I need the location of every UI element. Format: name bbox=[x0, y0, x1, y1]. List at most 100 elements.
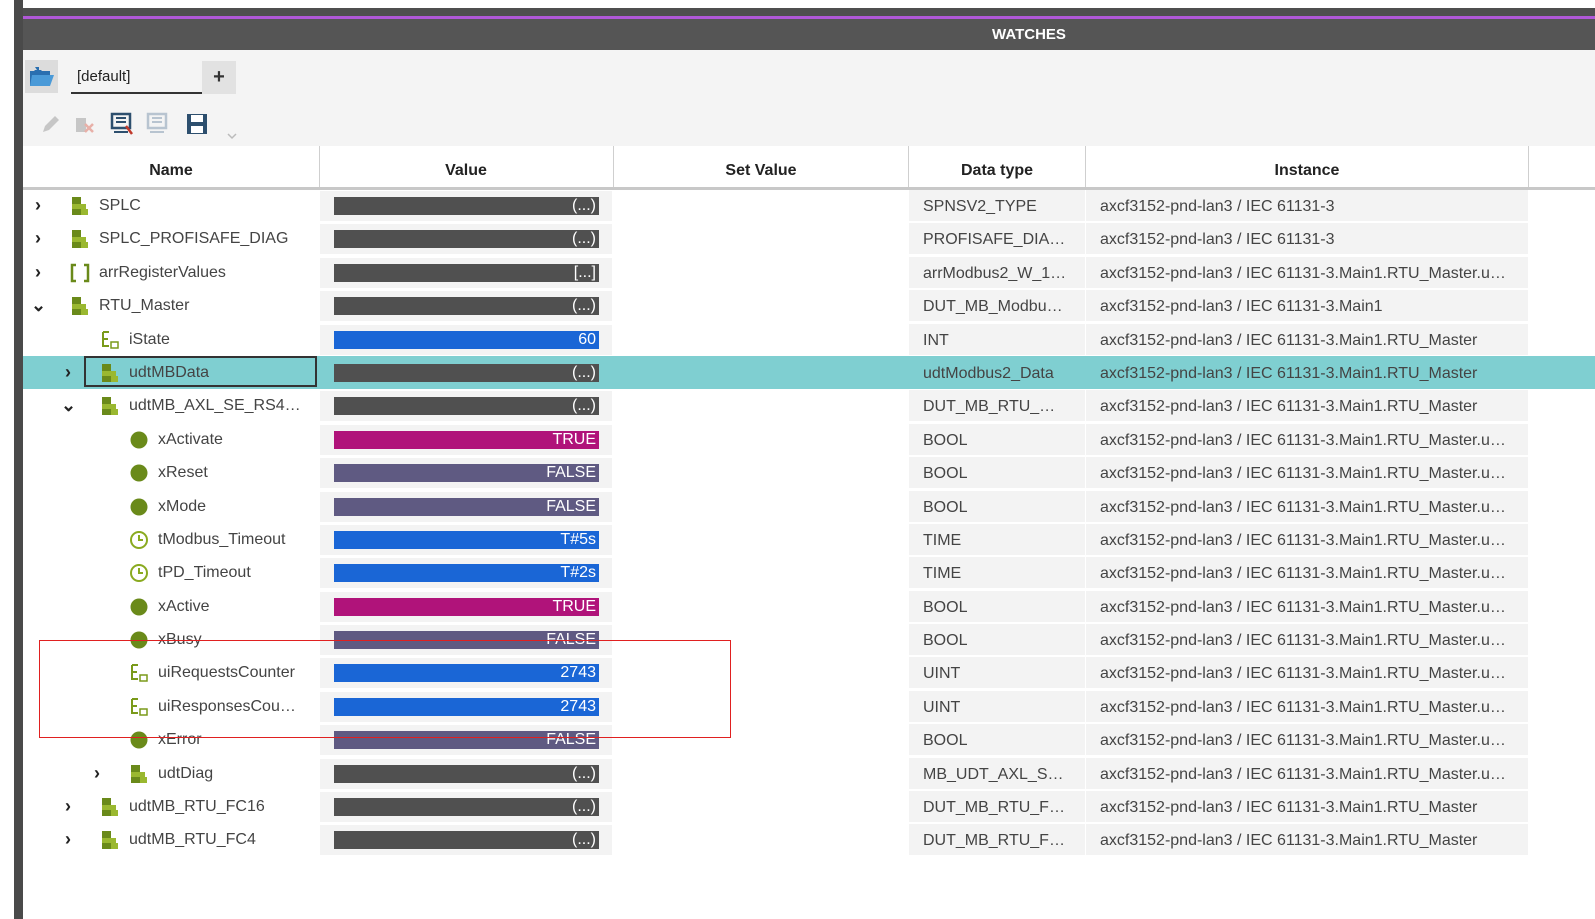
table-row[interactable]: uiResponsesCou… 2743 UINT axcf3152-pnd-lan3… bbox=[23, 690, 1595, 723]
table-row[interactable]: › udtDiag (...) MB_UDT_AXL_S… axcf3152-pnd-l… bbox=[23, 757, 1595, 790]
int-icon bbox=[100, 330, 120, 350]
table-row[interactable]: xError FALSE BOOL axcf3152-pnd-lan3 / IEC 6… bbox=[23, 723, 1595, 756]
expand-chevron-icon[interactable]: › bbox=[31, 256, 45, 289]
variable-name: SPLC_PROFISAFE_DIAG bbox=[99, 230, 289, 248]
column-instance[interactable]: Instance bbox=[1086, 146, 1528, 187]
data-type-cell: INT bbox=[909, 323, 1085, 355]
variable-name: arrRegisterValues bbox=[99, 263, 226, 281]
table-row[interactable]: xActivate TRUE BOOL axcf3152-pnd-lan3 / IEC… bbox=[23, 423, 1595, 456]
expand-chevron-icon[interactable]: › bbox=[61, 790, 75, 823]
variable-name: tPD_Timeout bbox=[158, 564, 251, 582]
value-bar[interactable]: 2743 bbox=[334, 664, 599, 683]
instance-cell: axcf3152-pnd-lan3 / IEC 61131-3.Main1.RT… bbox=[1086, 490, 1528, 522]
variable-name: udtMBData bbox=[129, 363, 210, 381]
open-watch-list-button[interactable] bbox=[25, 60, 58, 93]
more-icon[interactable] bbox=[225, 120, 239, 140]
save-icon[interactable] bbox=[185, 112, 209, 136]
instance-cell: axcf3152-pnd-lan3 / IEC 61131-3.Main1.RT… bbox=[1086, 423, 1528, 455]
value-bar[interactable]: FALSE bbox=[334, 631, 599, 650]
data-type-cell: DUT_MB_RTU_… bbox=[909, 390, 1085, 422]
instance-cell: axcf3152-pnd-lan3 / IEC 61131-3.Main1.RT… bbox=[1086, 523, 1528, 555]
value-bar[interactable]: 2743 bbox=[334, 697, 599, 716]
variable-name: tModbus_Timeout bbox=[158, 530, 286, 548]
bool-icon bbox=[129, 597, 149, 617]
table-row[interactable]: iState 60 INT axcf3152-pnd-lan3 / IEC 61131… bbox=[23, 323, 1595, 356]
table-row[interactable]: xActive TRUE BOOL axcf3152-pnd-lan3 / IEC 6… bbox=[23, 590, 1595, 623]
table-row[interactable]: ⌄ RTU_Master (...) DUT_MB_Modbu… axcf3152-pn… bbox=[23, 289, 1595, 322]
value-bar[interactable]: FALSE bbox=[334, 497, 599, 516]
expand-chevron-icon[interactable]: › bbox=[90, 757, 104, 790]
column-data-type[interactable]: Data type bbox=[909, 146, 1085, 187]
variable-name: xMode bbox=[158, 497, 207, 515]
table-row[interactable]: › udtMBData (...) udtModbus2_Data axcf3152-p… bbox=[23, 355, 1595, 390]
table-row[interactable]: xReset FALSE BOOL axcf3152-pnd-lan3 / IEC 6… bbox=[23, 456, 1595, 489]
table-row[interactable]: › SPLC_PROFISAFE_DIAG (...) PROFISAFE_DIA… a… bbox=[23, 222, 1595, 255]
expand-chevron-icon[interactable]: › bbox=[61, 823, 75, 856]
data-type-cell: MB_UDT_AXL_S… bbox=[909, 757, 1085, 789]
value-bar[interactable]: (...) bbox=[334, 798, 599, 817]
table-row[interactable]: › udtMB_RTU_FC16 (...) DUT_MB_RTU_F… axcf315… bbox=[23, 790, 1595, 823]
collapse-chevron-icon[interactable]: ⌄ bbox=[61, 389, 76, 422]
data-type-cell: UINT bbox=[909, 657, 1085, 689]
value-bar[interactable]: 60 bbox=[334, 330, 599, 349]
expand-chevron-icon[interactable]: › bbox=[61, 356, 75, 389]
table-row[interactable]: › SPLC (...) SPNSV2_TYPE axcf3152-pnd-lan3 /… bbox=[23, 189, 1595, 222]
expand-chevron-icon[interactable]: › bbox=[31, 222, 45, 255]
instance-cell: axcf3152-pnd-lan3 / IEC 61131-3 bbox=[1086, 190, 1528, 221]
instance-cell: axcf3152-pnd-lan3 / IEC 61131-3.Main1.RT… bbox=[1086, 590, 1528, 622]
value-bar[interactable]: T#2s bbox=[334, 564, 599, 583]
struct-icon bbox=[100, 797, 120, 817]
struct-icon bbox=[70, 229, 90, 249]
value-bar[interactable]: (...) bbox=[334, 197, 599, 215]
tab-default[interactable]: [default] bbox=[71, 62, 203, 94]
table-row[interactable]: tModbus_Timeout T#5s TIME axcf3152-pnd-lan3… bbox=[23, 523, 1595, 556]
remove-watch-icon[interactable] bbox=[146, 112, 170, 136]
add-watch-icon[interactable] bbox=[110, 112, 134, 136]
column-separator[interactable] bbox=[1528, 146, 1529, 187]
data-type-cell: DUT_MB_RTU_F… bbox=[909, 824, 1085, 856]
value-bar[interactable]: (...) bbox=[334, 230, 599, 249]
instance-cell: axcf3152-pnd-lan3 / IEC 61131-3.Main1.RT… bbox=[1086, 724, 1528, 756]
table-row[interactable]: tPD_Timeout T#2s TIME axcf3152-pnd-lan3 / I… bbox=[23, 556, 1595, 589]
value-bar[interactable]: FALSE bbox=[334, 731, 599, 750]
struct-icon bbox=[100, 830, 120, 850]
value-bar[interactable]: (...) bbox=[334, 397, 599, 416]
struct-icon bbox=[70, 296, 90, 316]
value-bar[interactable]: TRUE bbox=[334, 430, 599, 449]
column-value[interactable]: Value bbox=[320, 146, 612, 187]
column-name[interactable]: Name bbox=[23, 146, 319, 187]
value-bar[interactable]: (...) bbox=[334, 363, 599, 382]
variable-name: SPLC bbox=[99, 197, 141, 214]
edit-icon[interactable] bbox=[39, 112, 63, 136]
variable-name: xError bbox=[158, 731, 202, 749]
table-row[interactable]: xBusy FALSE BOOL axcf3152-pnd-lan3 / IEC 61… bbox=[23, 623, 1595, 656]
table-row[interactable]: uiRequestsCounter 2743 UINT axcf3152-pnd-la… bbox=[23, 656, 1595, 689]
value-bar[interactable]: (...) bbox=[334, 831, 599, 850]
value-bar[interactable]: FALSE bbox=[334, 464, 599, 483]
value-bar[interactable]: [...] bbox=[334, 263, 599, 282]
collapse-chevron-icon[interactable]: ⌄ bbox=[31, 289, 46, 322]
value-bar[interactable]: (...) bbox=[334, 764, 599, 783]
bool-icon bbox=[129, 730, 149, 750]
table-row[interactable]: ⌄ udtMB_AXL_SE_RS4… (...) DUT_MB_RTU_… axcf3… bbox=[23, 389, 1595, 422]
delete-icon[interactable] bbox=[73, 112, 97, 136]
add-tab-button[interactable]: + bbox=[202, 61, 236, 94]
table-row[interactable]: › arrRegisterValues [...] arrModbus2_W_1… ax… bbox=[23, 256, 1595, 289]
value-bar[interactable]: TRUE bbox=[334, 597, 599, 616]
value-bar[interactable]: (...) bbox=[334, 297, 599, 316]
table-row[interactable]: › udtMB_RTU_FC4 (...) DUT_MB_RTU_F… axcf3152… bbox=[23, 823, 1595, 856]
variable-name: uiResponsesCou… bbox=[158, 697, 296, 715]
column-set-value[interactable]: Set Value bbox=[614, 146, 908, 187]
value-bar[interactable]: T#5s bbox=[334, 530, 599, 549]
int-icon bbox=[129, 663, 149, 683]
bool-icon bbox=[129, 630, 149, 650]
expand-chevron-icon[interactable]: › bbox=[31, 189, 45, 222]
top-dark-strip bbox=[23, 8, 1595, 16]
instance-cell: axcf3152-pnd-lan3 / IEC 61131-3.Main1.RT… bbox=[1086, 457, 1528, 489]
data-type-cell: UINT bbox=[909, 690, 1085, 722]
left-frame bbox=[0, 0, 14, 919]
instance-cell: axcf3152-pnd-lan3 / IEC 61131-3.Main1.RT… bbox=[1086, 323, 1528, 355]
table-row[interactable]: xMode FALSE BOOL axcf3152-pnd-lan3 / IEC 61… bbox=[23, 490, 1595, 523]
instance-cell: axcf3152-pnd-lan3 / IEC 61131-3.Main1.RT… bbox=[1086, 657, 1528, 689]
bool-icon bbox=[129, 497, 149, 517]
